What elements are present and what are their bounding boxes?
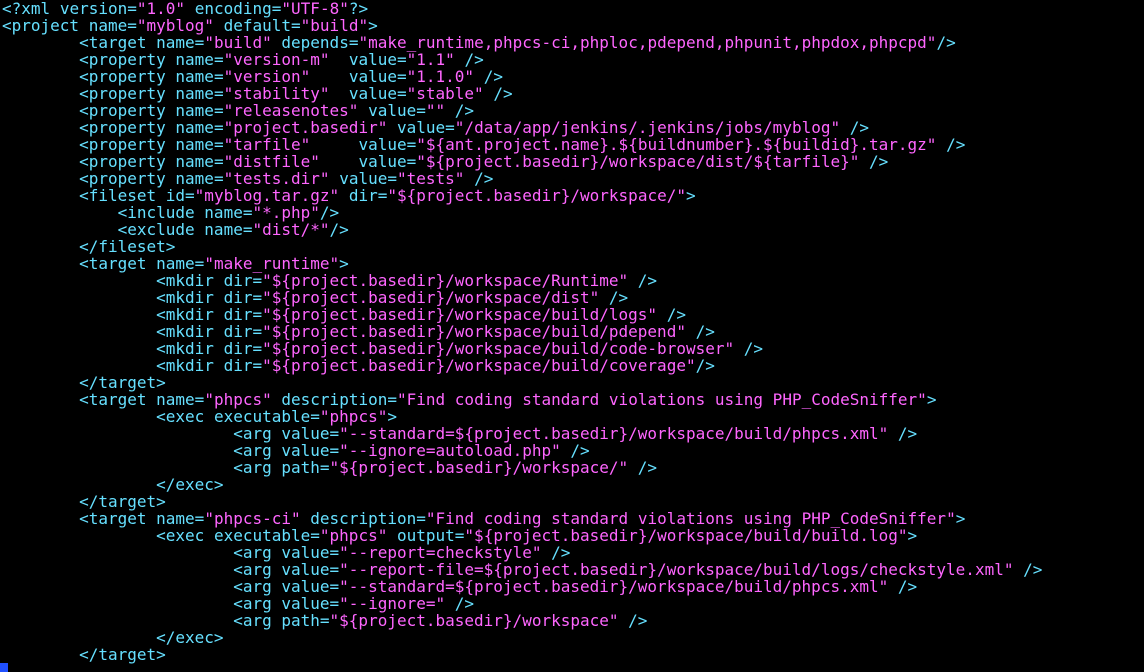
terminal-window[interactable]: <?xml version="1.0" encoding="UTF-8"?> <p…	[0, 0, 1144, 672]
code-line: <mkdir dir="${project.basedir}/workspace…	[156, 339, 764, 358]
code-line: <target name="make_runtime">	[79, 254, 349, 273]
code-line: <mkdir dir="${project.basedir}/workspace…	[156, 322, 715, 341]
code-line: </target>	[79, 492, 166, 511]
code-line: <arg path="${project.basedir}/workspace"…	[233, 611, 648, 630]
code-line: </target>	[79, 373, 166, 392]
code-line: <arg value="--ignore=autoload.php" />	[233, 441, 590, 460]
code-line: </exec>	[156, 475, 224, 494]
code-line: <target name="phpcs-ci" description="Fin…	[79, 509, 966, 528]
code-line: <mkdir dir="${project.basedir}/workspace…	[156, 288, 629, 307]
code-line: </exec>	[156, 628, 224, 647]
code-line: <property name="distfile" value="${proje…	[79, 152, 889, 171]
code-line: <property name="tests.dir" value="tests"…	[79, 169, 494, 188]
code-line: <exec executable="phpcs" output="${proje…	[156, 526, 918, 545]
text-cursor	[0, 663, 8, 672]
code-line: <project name="myblog" default="build">	[2, 16, 378, 35]
code-line: <mkdir dir="${project.basedir}/workspace…	[156, 305, 686, 324]
code-line: <?xml version="1.0" encoding="UTF-8"?>	[2, 0, 369, 18]
code-line: <property name="tarfile" value="${ant.pr…	[79, 135, 966, 154]
code-line: <include name="*.php"/>	[117, 203, 340, 222]
code-line: <target name="phpcs" description="Find c…	[79, 390, 937, 409]
code-line: <arg value="--ignore=" />	[233, 594, 475, 613]
code-line: <mkdir dir="${project.basedir}/workspace…	[156, 356, 715, 375]
xml-code-view[interactable]: <?xml version="1.0" encoding="UTF-8"?> <p…	[0, 0, 1144, 663]
code-line: <fileset id="myblog.tar.gz" dir="${proje…	[79, 186, 696, 205]
code-line: </fileset>	[79, 237, 176, 256]
code-line: <arg value="--report-file=${project.base…	[233, 560, 1043, 579]
code-line: </target>	[79, 645, 166, 664]
code-line: <property name="version-m" value="1.1" /…	[79, 50, 484, 69]
code-line: <arg value="--report=checkstyle" />	[233, 543, 571, 562]
code-line: <arg value="--standard=${project.basedir…	[233, 424, 918, 443]
code-line: <property name="releasenotes" value="" /…	[79, 101, 475, 120]
code-line: <arg value="--standard=${project.basedir…	[233, 577, 918, 596]
code-line: <property name="project.basedir" value="…	[79, 118, 870, 137]
code-line: <exec executable="phpcs">	[156, 407, 397, 426]
code-line: <target name="build" depends="make_runti…	[79, 33, 956, 52]
code-line: <exclude name="dist/*"/>	[117, 220, 349, 239]
code-line: <arg path="${project.basedir}/workspace/…	[233, 458, 658, 477]
code-line: <property name="stability" value="stable…	[79, 84, 513, 103]
code-line: <property name="version" value="1.1.0" /…	[79, 67, 503, 86]
code-line: <mkdir dir="${project.basedir}/workspace…	[156, 271, 658, 290]
